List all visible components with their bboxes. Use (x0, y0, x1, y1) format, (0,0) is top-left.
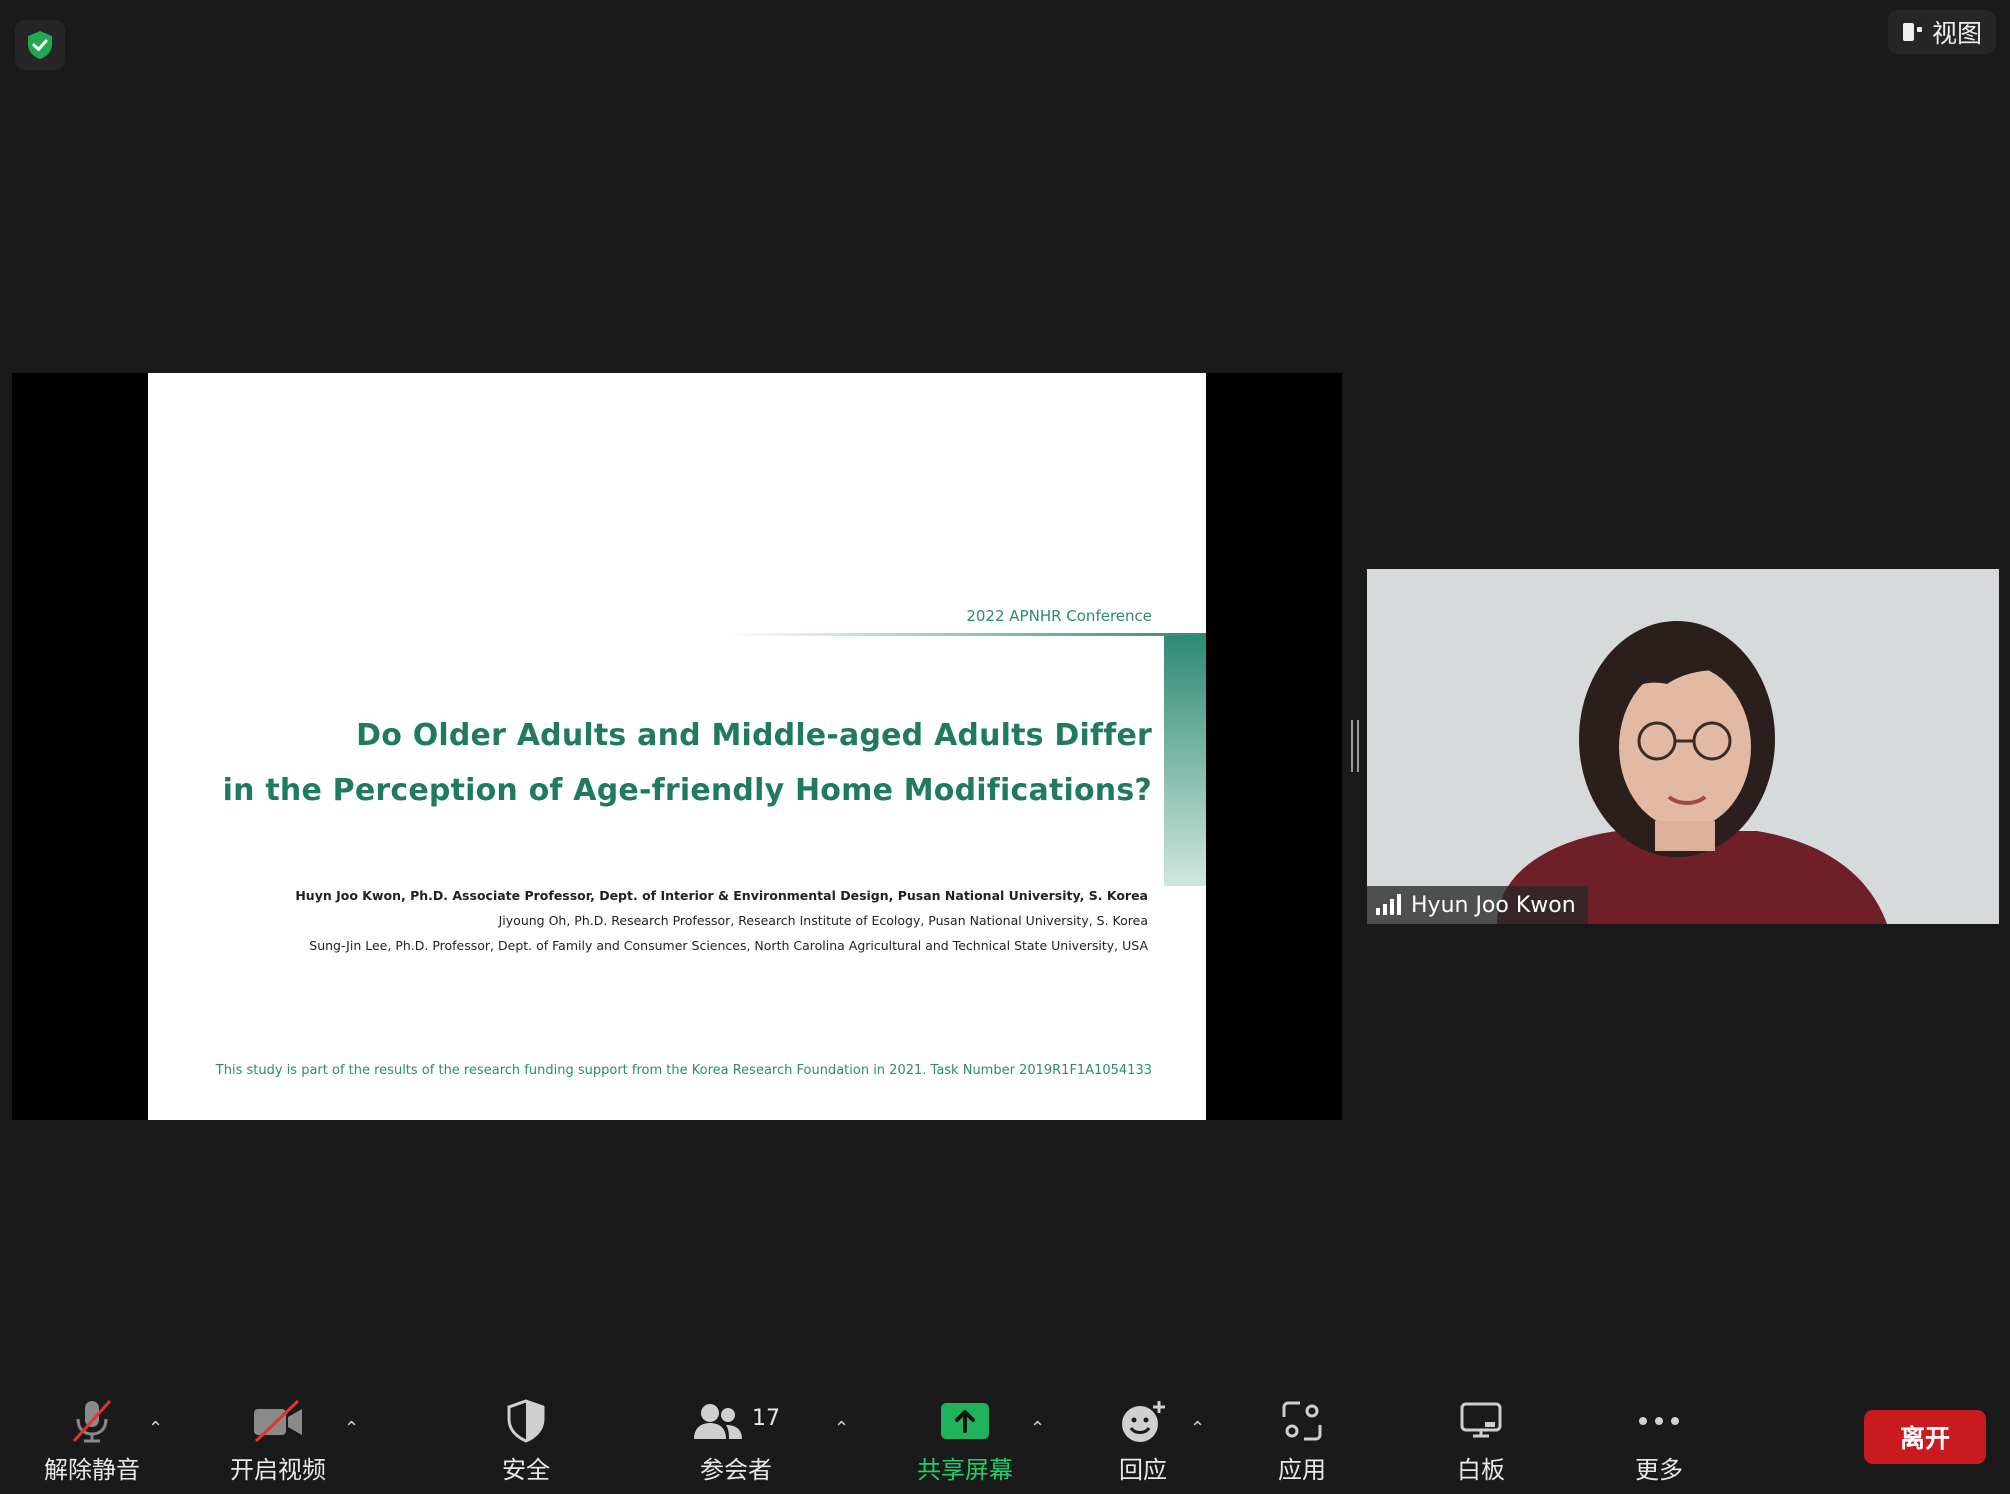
video-options-caret[interactable]: ⌃ (344, 1418, 359, 1439)
participants-icon (694, 1404, 742, 1439)
participants-label: 参会者 (700, 1456, 772, 1484)
security-label: 安全 (502, 1456, 550, 1484)
start-video-button[interactable]: 开启视频 (208, 1396, 348, 1486)
whiteboard-label: 白板 (1457, 1456, 1505, 1484)
reaction-emoji-icon (1118, 1396, 1168, 1446)
presentation-slide: 2022 APNHR Conference Do Older Adults an… (148, 373, 1206, 1120)
leave-meeting-button[interactable]: 离开 (1864, 1410, 1986, 1464)
share-screen-label: 共享屏幕 (917, 1456, 1013, 1484)
panel-resize-handle[interactable] (1351, 720, 1359, 772)
more-dots-icon (1637, 1396, 1681, 1446)
slide-divider-line (728, 633, 1206, 636)
unmute-button[interactable]: 解除静音 (22, 1396, 162, 1486)
security-status-badge[interactable] (15, 20, 65, 70)
view-layout-icon (1902, 23, 1922, 41)
participants-icon-group: 17 (692, 1396, 780, 1446)
whiteboard-button[interactable]: 白板 (1411, 1396, 1551, 1486)
apps-button[interactable]: 应用 (1232, 1396, 1372, 1486)
apps-icon (1280, 1396, 1324, 1446)
conference-label: 2022 APNHR Conference (966, 607, 1152, 625)
share-options-caret[interactable]: ⌃ (1030, 1418, 1045, 1439)
slide-author-2: Jiyoung Oh, Ph.D. Research Professor, Re… (498, 913, 1148, 928)
muted-microphone-icon (68, 1396, 116, 1446)
signal-strength-icon (1376, 894, 1401, 915)
apps-label: 应用 (1278, 1456, 1326, 1484)
reactions-label: 回应 (1119, 1456, 1167, 1484)
more-label: 更多 (1635, 1456, 1683, 1484)
audio-options-caret[interactable]: ⌃ (148, 1418, 163, 1439)
slide-funding-note: This study is part of the results of the… (215, 1063, 1152, 1078)
whiteboard-icon (1459, 1396, 1503, 1446)
unmute-label: 解除静音 (44, 1456, 140, 1484)
share-screen-icon (940, 1396, 990, 1446)
security-shield-icon (506, 1396, 546, 1446)
more-button[interactable]: 更多 (1589, 1396, 1729, 1486)
video-off-icon (252, 1396, 304, 1446)
reactions-options-caret[interactable]: ⌃ (1190, 1418, 1205, 1439)
reactions-button[interactable]: 回应 (1073, 1396, 1213, 1486)
slide-author-3: Sung-Jin Lee, Ph.D. Professor, Dept. of … (309, 938, 1148, 953)
start-video-label: 开启视频 (230, 1456, 326, 1484)
participant-count: 17 (752, 1405, 780, 1431)
security-button[interactable]: 安全 (456, 1396, 596, 1486)
share-screen-button[interactable]: 共享屏幕 (895, 1396, 1035, 1486)
slide-accent-bar (1164, 636, 1206, 886)
view-button[interactable]: 视图 (1888, 10, 1996, 54)
slide-title-line-2: in the Perception of Age-friendly Home M… (222, 773, 1152, 808)
slide-title-line-1: Do Older Adults and Middle-aged Adults D… (356, 718, 1152, 753)
meeting-toolbar: 解除静音 ⌃ 开启视频 ⌃ 安全 17 参会者 ⌃ 共享屏幕 ⌃ 回应 ⌃ 应用… (0, 1376, 2010, 1494)
participant-video-tile[interactable]: Hyun Joo Kwon (1367, 569, 1999, 924)
participant-name: Hyun Joo Kwon (1411, 892, 1576, 918)
slide-author-1: Huyn Joo Kwon, Ph.D. Associate Professor… (295, 888, 1148, 903)
participant-video-image (1367, 569, 1999, 924)
view-label: 视图 (1931, 19, 1982, 48)
shield-check-icon (28, 31, 52, 59)
participants-options-caret[interactable]: ⌃ (834, 1418, 849, 1439)
participant-name-tag: Hyun Joo Kwon (1367, 886, 1588, 924)
participants-button[interactable]: 17 参会者 (666, 1396, 806, 1486)
